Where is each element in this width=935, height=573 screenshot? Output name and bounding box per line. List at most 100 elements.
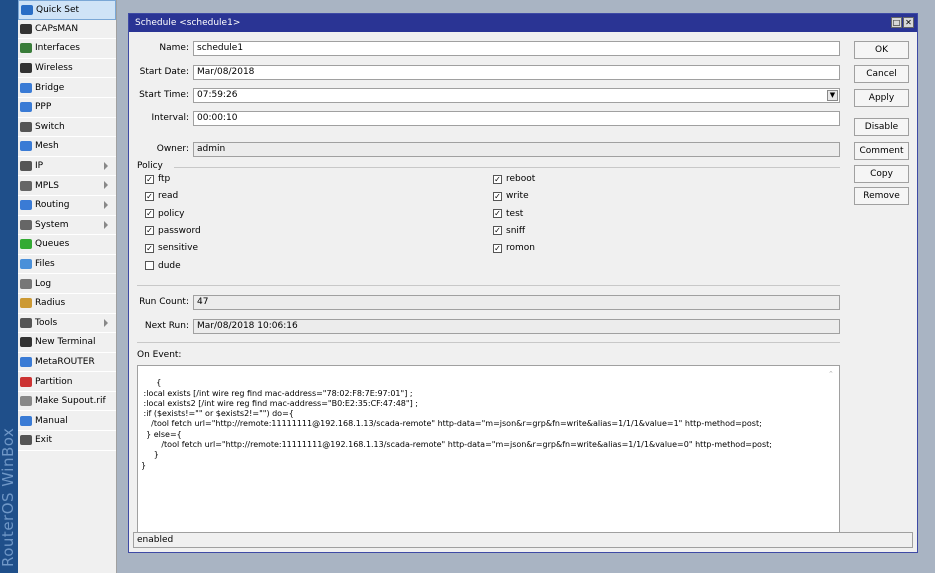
policy-checkbox-password[interactable]: ✓ password bbox=[145, 226, 201, 236]
sidebar-item-metarouter[interactable]: MetaROUTER bbox=[18, 353, 116, 373]
checkmark-icon[interactable]: ✓ bbox=[493, 191, 502, 201]
policy-checkbox-policy[interactable]: ✓ policy bbox=[145, 209, 185, 219]
sidebar-item-label: Partition bbox=[35, 376, 73, 387]
sidebar-item-label: Log bbox=[35, 278, 52, 289]
sidebar-item-label: Exit bbox=[35, 435, 53, 446]
checkmark-icon[interactable]: ✓ bbox=[145, 174, 154, 184]
pie-icon bbox=[20, 376, 32, 387]
sidebar-item-bridge[interactable]: Bridge bbox=[18, 78, 116, 98]
cancel-button[interactable]: Cancel bbox=[854, 65, 909, 83]
policy-checkbox-read[interactable]: ✓ read bbox=[145, 191, 178, 201]
checkmark-icon[interactable]: ✓ bbox=[493, 226, 502, 236]
policy-checkbox-test[interactable]: ✓ test bbox=[493, 209, 523, 219]
sidebar-item-ip[interactable]: IP bbox=[18, 157, 116, 177]
close-button[interactable]: ✕ bbox=[903, 17, 914, 28]
checkmark-icon[interactable]: ✓ bbox=[145, 243, 154, 253]
name-label: Name: bbox=[159, 43, 189, 53]
policy-checkbox-write[interactable]: ✓ write bbox=[493, 191, 529, 201]
policy-checkbox-sensitive[interactable]: ✓ sensitive bbox=[145, 243, 198, 253]
on-event-script-textarea[interactable]: { :local exists [/int wire reg find mac-… bbox=[137, 365, 840, 545]
sidebar-item-routing[interactable]: Routing bbox=[18, 196, 116, 216]
folder-icon bbox=[20, 259, 32, 270]
help-icon bbox=[20, 415, 32, 426]
sidebar-item-mpls[interactable]: MPLS bbox=[18, 176, 116, 196]
policy-label: sensitive bbox=[158, 243, 199, 254]
sidebar-item-wireless[interactable]: Wireless bbox=[18, 59, 116, 79]
submenu-arrow-icon bbox=[104, 318, 108, 327]
policy-label: read bbox=[158, 191, 179, 202]
sidebar-item-label: Routing bbox=[35, 200, 70, 211]
sidebar-item-system[interactable]: System bbox=[18, 216, 116, 236]
dropdown-arrow-icon[interactable]: ▼ bbox=[827, 90, 838, 101]
policy-label: dude bbox=[158, 260, 181, 271]
scroll-up-icon[interactable]: ⌃ bbox=[828, 369, 836, 378]
next-run-field: Mar/08/2018 10:06:16 bbox=[193, 319, 840, 334]
sidebar-item-radius[interactable]: Radius bbox=[18, 294, 116, 314]
routing-icon bbox=[20, 200, 32, 211]
log-icon bbox=[20, 278, 32, 289]
disable-button[interactable]: Disable bbox=[854, 118, 909, 136]
sidebar-item-label: Switch bbox=[35, 121, 65, 132]
sidebar-item-files[interactable]: Files bbox=[18, 255, 116, 275]
sidebar-item-quick-set[interactable]: Quick Set bbox=[18, 0, 116, 20]
policy-label: policy bbox=[158, 208, 185, 219]
apply-button[interactable]: Apply bbox=[854, 89, 909, 107]
sidebar-item-ppp[interactable]: PPP bbox=[18, 98, 116, 118]
sidebar-item-log[interactable]: Log bbox=[18, 274, 116, 294]
remove-button[interactable]: Remove bbox=[854, 187, 909, 205]
comment-button[interactable]: Comment bbox=[854, 142, 909, 160]
start-time-field[interactable]: 07:59:26 ▼ bbox=[193, 88, 840, 103]
sidebar-item-new-terminal[interactable]: New Terminal bbox=[18, 333, 116, 353]
copy-button[interactable]: Copy bbox=[854, 165, 909, 183]
checkmark-icon[interactable]: ✓ bbox=[493, 243, 502, 253]
empty-checkbox-icon[interactable] bbox=[145, 261, 154, 270]
policy-checkbox-sniff[interactable]: ✓ sniff bbox=[493, 226, 525, 236]
owner-field: admin bbox=[193, 142, 840, 157]
sidebar-item-tools[interactable]: Tools bbox=[18, 314, 116, 334]
checkmark-icon[interactable]: ✓ bbox=[145, 226, 154, 236]
policy-label: ftp bbox=[158, 174, 171, 184]
document-icon bbox=[20, 396, 32, 407]
sidebar-item-switch[interactable]: Switch bbox=[18, 118, 116, 138]
policy-label: write bbox=[506, 191, 529, 202]
terminal-icon bbox=[20, 337, 32, 348]
policy-checkbox-dude[interactable]: dude bbox=[145, 261, 181, 271]
switch-icon bbox=[20, 121, 32, 132]
checkmark-icon[interactable]: ✓ bbox=[493, 174, 502, 184]
policy-checkbox-ftp[interactable]: ✓ ftp bbox=[145, 174, 170, 184]
quick-set-icon bbox=[21, 4, 33, 15]
sidebar-item-make-supout-rif[interactable]: Make Supout.rif bbox=[18, 392, 116, 412]
window-titlebar[interactable]: Schedule <schedule1> bbox=[129, 14, 917, 32]
ok-button[interactable]: OK bbox=[854, 41, 909, 59]
checkmark-icon[interactable]: ✓ bbox=[145, 191, 154, 201]
sidebar-item-partition[interactable]: Partition bbox=[18, 372, 116, 392]
sidebar-item-exit[interactable]: Exit bbox=[18, 431, 116, 451]
sidebar-item-label: Bridge bbox=[35, 82, 65, 93]
on-event-label: On Event: bbox=[137, 350, 182, 360]
policy-label: sniff bbox=[506, 225, 526, 236]
submenu-arrow-icon bbox=[104, 200, 108, 209]
policy-checkbox-reboot[interactable]: ✓ reboot bbox=[493, 174, 535, 184]
ppp-icon bbox=[20, 102, 32, 113]
checkmark-icon[interactable]: ✓ bbox=[145, 209, 154, 219]
interval-label: Interval: bbox=[151, 113, 190, 123]
sidebar-item-label: New Terminal bbox=[35, 337, 96, 348]
mpls-icon bbox=[20, 180, 32, 191]
policy-group-label: Policy bbox=[137, 161, 163, 171]
sidebar-item-interfaces[interactable]: Interfaces bbox=[18, 39, 116, 59]
policy-label: test bbox=[506, 208, 524, 219]
tools-icon bbox=[20, 317, 32, 328]
interval-field[interactable]: 00:00:10 bbox=[193, 111, 840, 126]
sidebar-item-label: Quick Set bbox=[36, 4, 80, 15]
sidebar-item-capsman[interactable]: CAPsMAN bbox=[18, 20, 116, 40]
sidebar-item-mesh[interactable]: Mesh bbox=[18, 137, 116, 157]
checkmark-icon[interactable]: ✓ bbox=[493, 209, 502, 219]
maximize-button[interactable]: □ bbox=[891, 17, 902, 28]
sidebar-item-manual[interactable]: Manual bbox=[18, 411, 116, 432]
sidebar-item-queues[interactable]: Queues bbox=[18, 235, 116, 255]
policy-label: romon bbox=[506, 243, 535, 254]
name-field[interactable]: schedule1 bbox=[193, 41, 840, 56]
start-date-field[interactable]: Mar/08/2018 bbox=[193, 65, 840, 80]
sidebar-item-label: CAPsMAN bbox=[35, 23, 79, 34]
policy-checkbox-romon[interactable]: ✓ romon bbox=[493, 243, 535, 253]
